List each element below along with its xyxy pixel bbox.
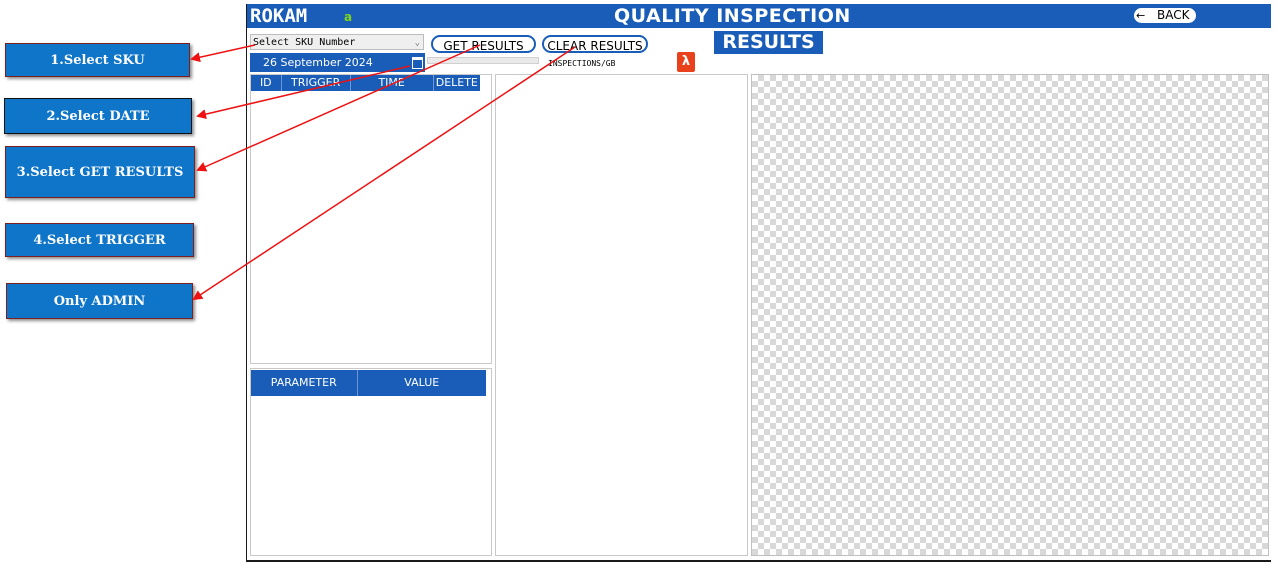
- arrow-only-admin: [192, 46, 576, 301]
- arrow-date: [196, 65, 411, 120]
- arrow-sku: [190, 44, 256, 63]
- annotation-arrows: [190, 44, 576, 301]
- arrow-get-results: [196, 44, 481, 172]
